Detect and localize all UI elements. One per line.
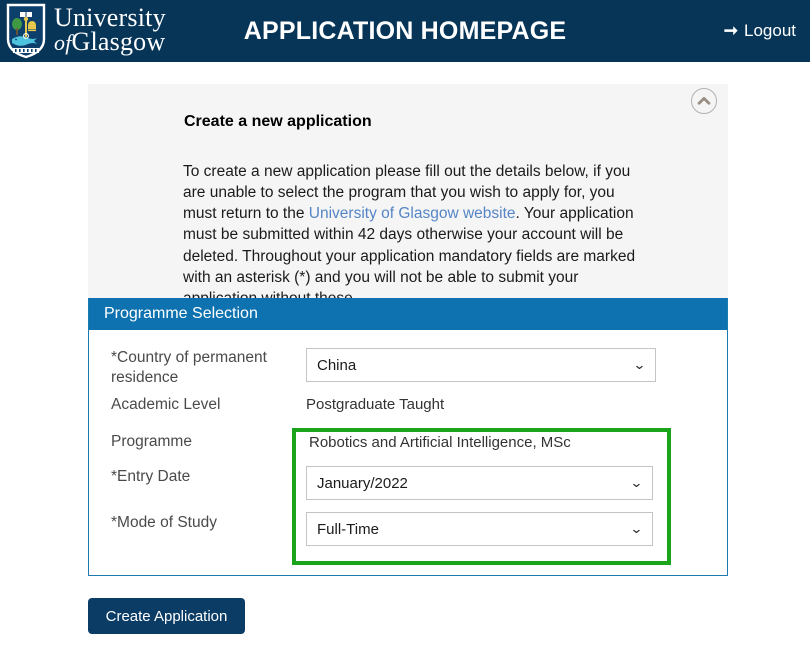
intro-heading: Create a new application [184, 113, 372, 130]
mode-of-study-select[interactable]: Full-Time ⌄ [306, 512, 653, 546]
mode-of-study-select-value: Full-Time [317, 520, 379, 538]
section-header-programme-selection: Programme Selection [89, 298, 727, 330]
programme-selection-card: Programme Selection *Country of permanen… [88, 298, 728, 576]
label-mode-of-study: *Mode of Study [111, 514, 217, 531]
brand-glasgow-word: Glasgow [71, 27, 166, 56]
brand-line-two: ofGlasgow [54, 27, 166, 56]
brand-logo[interactable]: University ofGlasgow [6, 2, 166, 60]
arrow-right-icon: ➞ [723, 20, 738, 40]
intro-panel: Create a new application To create a new… [88, 84, 728, 307]
create-application-button[interactable]: Create Application [88, 598, 245, 634]
chevron-down-icon: ⌄ [632, 357, 647, 372]
programme-value: Robotics and Artificial Intelligence, MS… [309, 434, 571, 451]
label-academic-level: Academic Level [111, 396, 221, 413]
chevron-down-icon: ⌄ [629, 475, 644, 490]
academic-level-value: Postgraduate Taught [306, 396, 445, 413]
intro-paragraph: To create a new application please fill … [183, 161, 641, 310]
entry-date-select-value: January/2022 [317, 474, 408, 492]
label-programme: Programme [111, 433, 192, 450]
entry-date-select[interactable]: January/2022 ⌄ [306, 466, 653, 500]
chevron-up-circle-icon[interactable] [691, 88, 717, 114]
country-select-value: China [317, 356, 357, 374]
logout-button[interactable]: ➞ Logout [724, 0, 796, 62]
university-website-link[interactable]: University of Glasgow website [309, 205, 516, 222]
logout-label: Logout [744, 21, 796, 40]
country-select[interactable]: China ⌄ [306, 348, 656, 382]
chevron-down-icon: ⌄ [629, 521, 644, 536]
site-header: University ofGlasgow APPLICATION HOMEPAG… [0, 0, 810, 62]
brand-of-word: of [54, 30, 72, 55]
glasgow-university-crest-icon [6, 3, 46, 59]
label-entry-date: *Entry Date [111, 468, 191, 485]
label-country-of-permanent-residence: *Country of permanent residence [111, 349, 267, 386]
brand-wordmark: University ofGlasgow [54, 5, 166, 56]
